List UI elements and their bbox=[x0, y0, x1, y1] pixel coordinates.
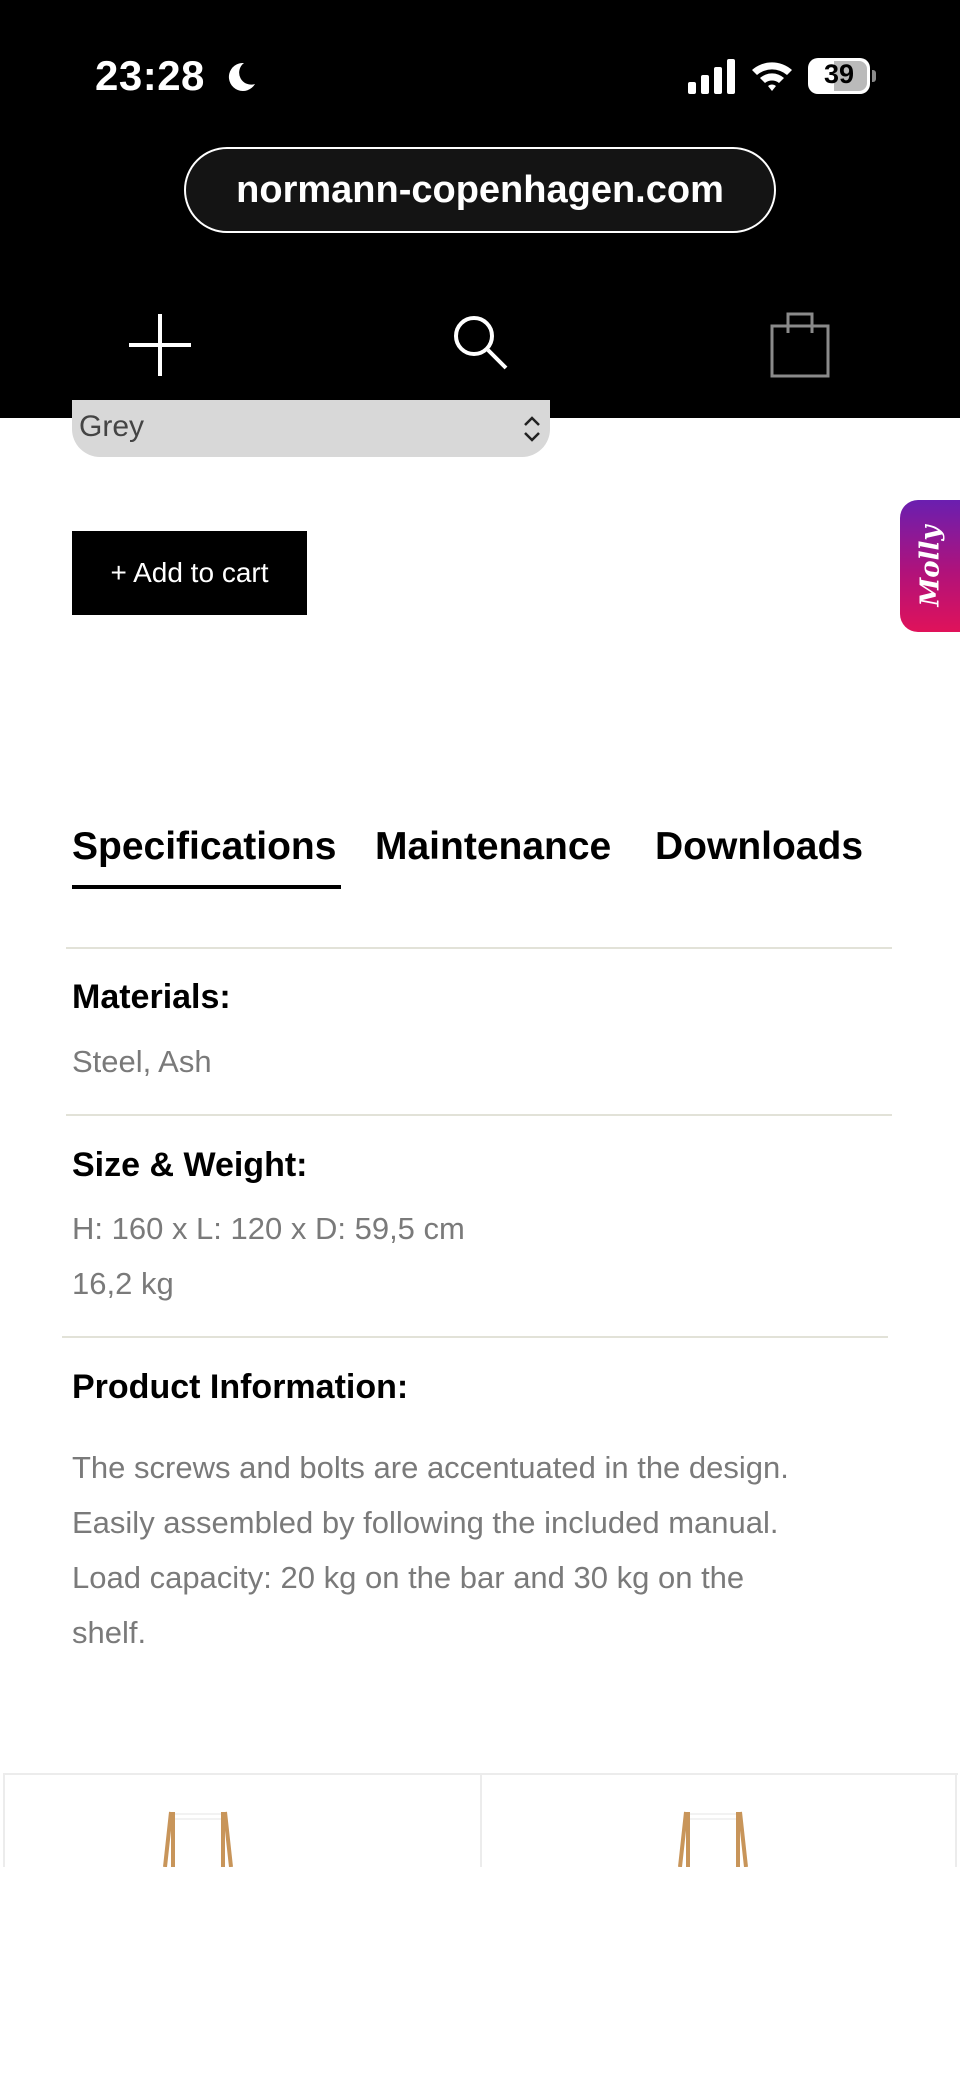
bottom-blank-area bbox=[0, 1867, 960, 2087]
battery-icon: 39 bbox=[808, 58, 876, 94]
product-information-line: Easily assembled by following the includ… bbox=[72, 1505, 779, 1540]
url-bar[interactable]: normann-copenhagen.com bbox=[184, 147, 776, 233]
molly-chat-widget[interactable]: Molly bbox=[900, 500, 960, 632]
do-not-disturb-moon-icon bbox=[228, 62, 255, 91]
product-information-line: The screws and bolts are accentuated in … bbox=[72, 1450, 789, 1485]
product-grid-border bbox=[3, 1773, 5, 1867]
size-weight-label: Size & Weight: bbox=[72, 1146, 308, 1184]
status-time: 23:28 bbox=[95, 52, 205, 99]
size-dimensions-value: H: 160 x L: 120 x D: 59,5 cm bbox=[72, 1211, 465, 1246]
search-icon[interactable] bbox=[448, 310, 518, 380]
tab-downloads[interactable]: Downloads bbox=[655, 825, 863, 869]
menu-plus-icon[interactable] bbox=[125, 310, 195, 380]
clothes-rack-product-image[interactable] bbox=[678, 1810, 748, 1867]
divider bbox=[66, 947, 892, 949]
wifi-icon bbox=[752, 62, 792, 91]
product-grid-border bbox=[480, 1773, 482, 1867]
weight-value: 16,2 kg bbox=[72, 1266, 174, 1301]
cellular-signal-icon bbox=[688, 59, 735, 94]
molly-label: Molly bbox=[915, 525, 946, 607]
clothes-rack-product-image[interactable] bbox=[163, 1810, 233, 1867]
shopping-bag-icon[interactable] bbox=[765, 310, 835, 380]
product-information-line: shelf. bbox=[72, 1615, 147, 1650]
tab-specifications[interactable]: Specifications bbox=[72, 825, 336, 869]
divider bbox=[66, 1114, 892, 1116]
product-information-label: Product Information: bbox=[72, 1368, 409, 1406]
browser-chrome: 23:28 39 normann-copenhagen.com bbox=[0, 0, 960, 418]
add-to-cart-button[interactable]: + Add to cart bbox=[72, 531, 307, 615]
materials-label: Materials: bbox=[72, 978, 231, 1016]
color-select-value: Grey bbox=[79, 410, 145, 443]
product-information-line: Load capacity: 20 kg on the bar and 30 k… bbox=[72, 1560, 745, 1595]
divider bbox=[62, 1336, 888, 1338]
materials-value: Steel, Ash bbox=[72, 1044, 212, 1079]
color-select[interactable]: Grey bbox=[72, 400, 550, 457]
product-grid-border bbox=[955, 1773, 957, 1867]
tab-maintenance[interactable]: Maintenance bbox=[375, 825, 611, 869]
active-tab-underline bbox=[72, 885, 341, 889]
battery-level: 39 bbox=[823, 59, 855, 89]
chevron-updown-icon bbox=[524, 416, 540, 442]
